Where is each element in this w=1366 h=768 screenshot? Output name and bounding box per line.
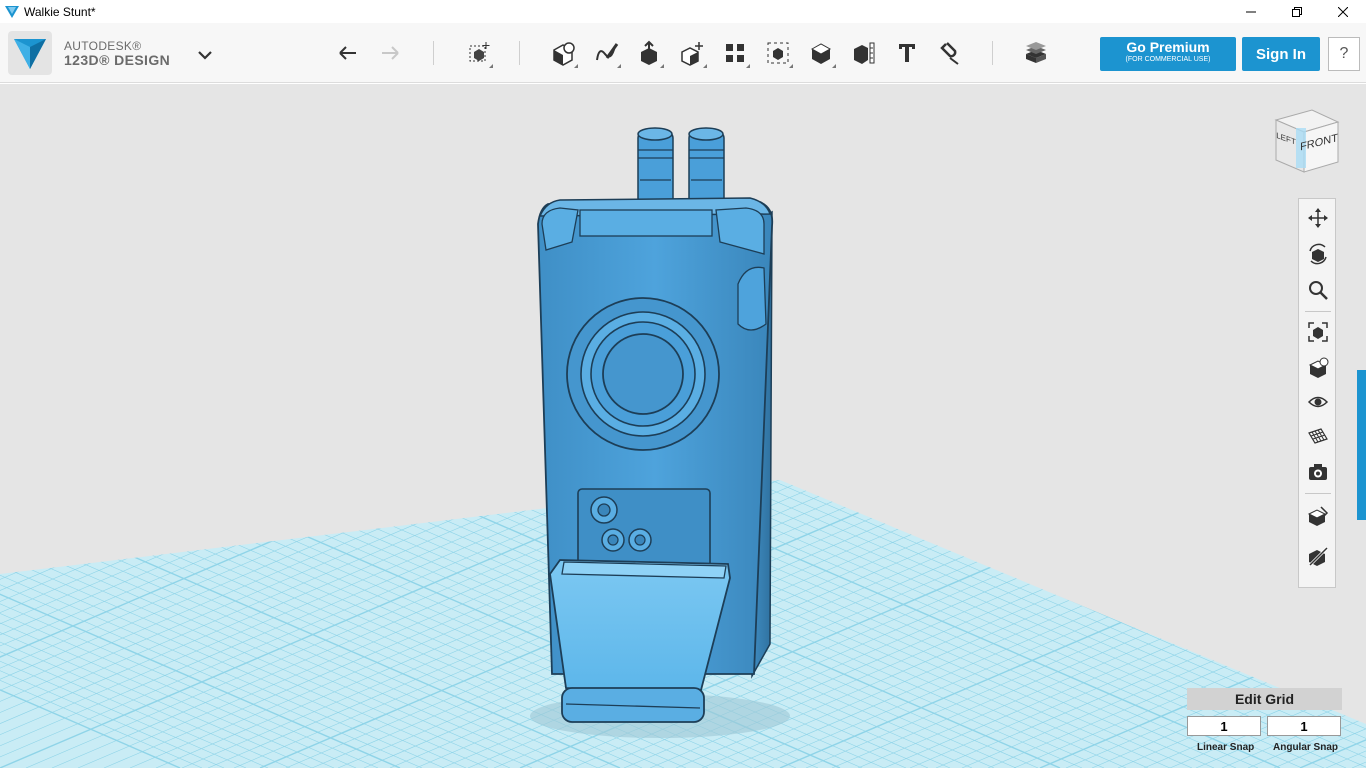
antenna-left — [637, 127, 674, 205]
modify-button[interactable] — [676, 37, 708, 69]
go-premium-button[interactable]: Go Premium (FOR COMMERCIAL USE) — [1100, 37, 1236, 71]
control-panel — [577, 488, 711, 572]
grid-view-button[interactable] — [1302, 421, 1334, 451]
construct-button[interactable] — [633, 37, 665, 69]
hide-button[interactable] — [1302, 541, 1334, 571]
measure-button[interactable] — [848, 37, 880, 69]
screenshot-button[interactable] — [1302, 457, 1334, 487]
close-button[interactable] — [1320, 0, 1366, 23]
angular-snap-label: Angular Snap — [1273, 742, 1339, 753]
snap-button[interactable] — [934, 37, 966, 69]
autodesk-logo-icon[interactable] — [8, 31, 52, 75]
pattern-button[interactable] — [719, 37, 751, 69]
chevron-down-icon[interactable] — [196, 47, 214, 63]
pan-icon — [1308, 208, 1328, 228]
edit-grid-button[interactable]: Edit Grid — [1187, 688, 1342, 710]
hide-icon — [1308, 546, 1329, 567]
undo-icon — [339, 46, 356, 60]
transform-icon — [469, 42, 490, 62]
restore-button[interactable] — [1274, 0, 1320, 23]
modify-icon — [681, 42, 703, 66]
side-panel-handle[interactable] — [1357, 370, 1366, 520]
3d-viewport[interactable]: FRONT LEFT — [0, 84, 1366, 768]
fit-icon — [1308, 322, 1328, 342]
pan-button[interactable] — [1302, 203, 1334, 233]
pattern-icon — [726, 44, 744, 62]
scene-canvas[interactable] — [0, 84, 1366, 768]
window-title: Walkie Stunt* — [24, 4, 96, 19]
material-button[interactable] — [1020, 37, 1052, 69]
text-icon — [899, 44, 915, 62]
brand-line-1: AUTODESK® — [64, 39, 142, 53]
snap-icon — [940, 42, 959, 65]
transform-button[interactable] — [462, 37, 494, 69]
speaker — [566, 297, 720, 451]
antenna-right — [688, 127, 725, 205]
help-button[interactable]: ? — [1328, 37, 1360, 71]
linear-snap-label: Linear Snap — [1197, 742, 1255, 753]
title-bar: Walkie Stunt* — [0, 0, 1366, 23]
main-toolbar: AUTODESK® 123D® DESIGN Go Premium (FOR C… — [0, 23, 1366, 83]
visibility-icon — [1307, 396, 1329, 408]
material-view-button[interactable] — [1302, 501, 1334, 531]
material-icon — [1026, 42, 1046, 63]
redo-icon — [382, 46, 399, 60]
orbit-icon — [1309, 243, 1327, 265]
undo-button[interactable] — [332, 37, 364, 69]
app-logo-icon — [5, 5, 19, 18]
views-icon — [1308, 357, 1329, 378]
restore-icon — [1292, 6, 1302, 17]
primitives-icon — [553, 42, 575, 66]
minimize-icon — [1246, 11, 1256, 12]
material-view-icon — [1307, 506, 1329, 526]
combine-icon — [810, 43, 832, 64]
orbit-button[interactable] — [1302, 239, 1334, 269]
primitives-button[interactable] — [547, 37, 579, 69]
views-button[interactable] — [1302, 353, 1334, 383]
zoom-icon — [1309, 281, 1328, 300]
redo-button[interactable] — [374, 37, 406, 69]
sketch-button[interactable] — [590, 37, 622, 69]
screenshot-icon — [1309, 464, 1327, 480]
construct-icon — [641, 40, 657, 65]
sign-in-button[interactable]: Sign In — [1242, 37, 1320, 71]
belt-clip — [549, 559, 731, 723]
go-premium-sublabel: (FOR COMMERCIAL USE) — [1125, 56, 1211, 63]
text-button[interactable] — [891, 37, 923, 69]
close-icon — [1338, 6, 1348, 17]
go-premium-label: Go Premium — [1126, 39, 1210, 55]
group-icon — [767, 42, 789, 64]
brand-name: AUTODESK® 123D® DESIGN — [64, 39, 170, 67]
fit-button[interactable] — [1302, 317, 1334, 347]
zoom-button[interactable] — [1302, 275, 1334, 305]
measure-icon — [854, 42, 875, 64]
walkie-talkie-model[interactable] — [537, 127, 774, 723]
combine-button[interactable] — [805, 37, 837, 69]
group-button[interactable] — [762, 37, 794, 69]
sketch-icon — [596, 43, 619, 61]
viewcube[interactable]: FRONT LEFT — [1266, 102, 1342, 178]
linear-snap-input[interactable] — [1187, 716, 1261, 736]
angular-snap-input[interactable] — [1267, 716, 1341, 736]
grid-view-icon — [1308, 428, 1328, 444]
minimize-button[interactable] — [1228, 0, 1274, 23]
brand-line-2: 123D® DESIGN — [64, 52, 171, 68]
navigation-bar — [1298, 198, 1336, 588]
visibility-button[interactable] — [1302, 387, 1334, 417]
